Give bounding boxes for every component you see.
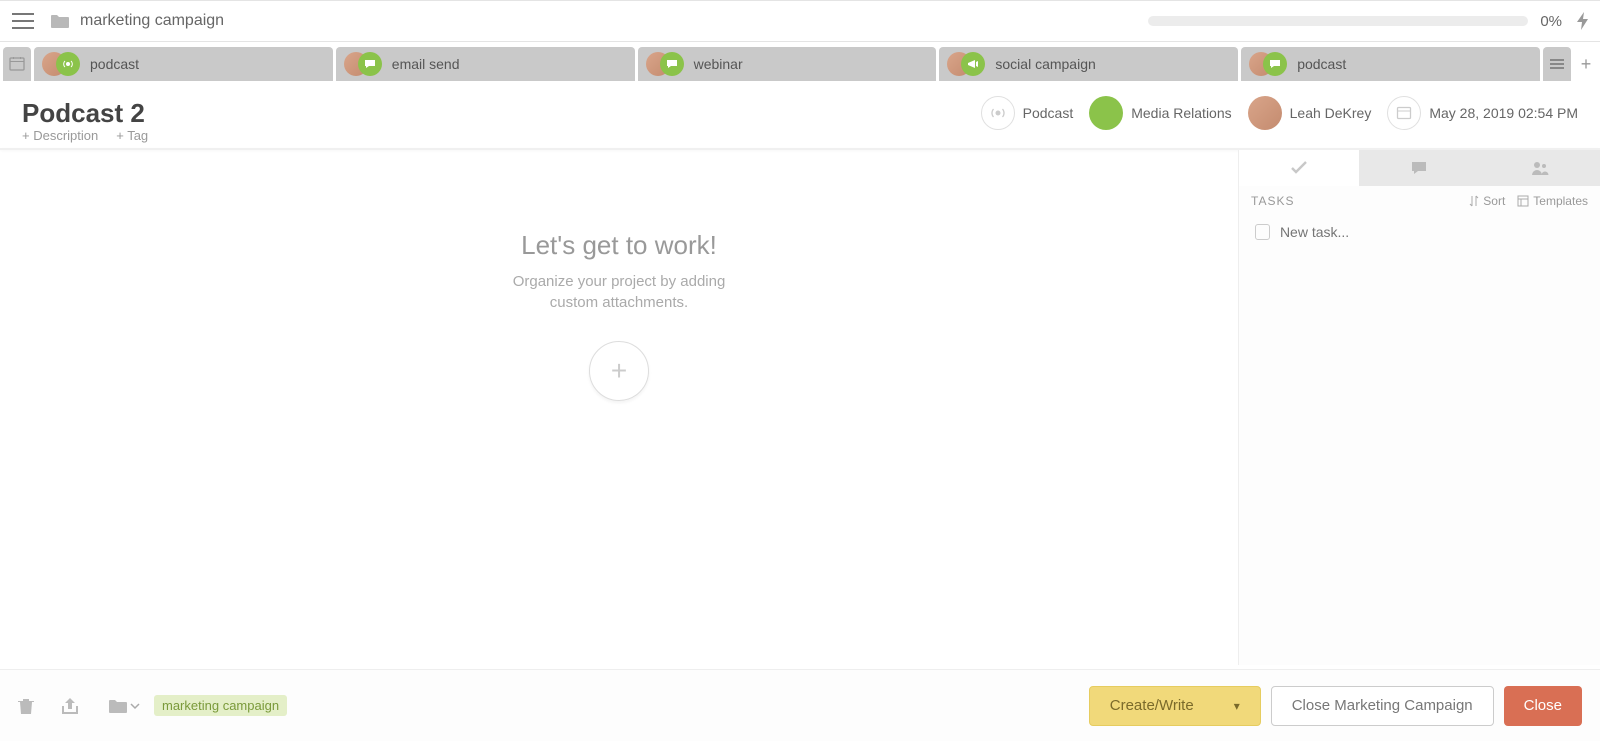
owner-pill[interactable]: Leah DeKrey <box>1248 96 1372 130</box>
progress-percent: 0% <box>1540 13 1562 30</box>
progress-wrap: 0% <box>1148 12 1590 30</box>
title-row: Podcast 2 Podcast Media Relations Leah D… <box>0 86 1600 140</box>
right-sidebar: TASKS Sort Templates <box>1238 150 1600 665</box>
sub-row: + Description + Tag <box>22 128 148 143</box>
sidebar-toolbar: TASKS Sort Templates <box>1239 186 1600 216</box>
add-attachment-button[interactable]: + <box>589 341 649 401</box>
sidebar-heading: TASKS <box>1251 194 1294 208</box>
close-campaign-label: Close Marketing Campaign <box>1292 697 1473 714</box>
add-description-button[interactable]: + Description <box>22 128 98 143</box>
empty-sub-2: custom attachments. <box>513 292 726 313</box>
add-tab-button[interactable]: + <box>1574 47 1598 81</box>
folder-icon <box>50 13 70 29</box>
breadcrumb-input[interactable] <box>80 12 480 30</box>
tab-label: social campaign <box>995 56 1095 72</box>
megaphone-icon <box>961 52 985 76</box>
sidebar-tabs <box>1239 150 1600 186</box>
calendar-tab-icon[interactable] <box>3 47 31 81</box>
chevron-down-icon: ▾ <box>1234 699 1240 713</box>
podcast-icon <box>56 52 80 76</box>
empty-title: Let's get to work! <box>513 230 726 261</box>
calendar-icon <box>1387 96 1421 130</box>
type-label: Podcast <box>1023 105 1074 121</box>
chat-icon <box>1263 52 1287 76</box>
trash-icon[interactable] <box>18 697 34 715</box>
tab-label: email send <box>392 56 460 72</box>
tabs-row: podcast email send webinar social campai… <box>0 47 1600 81</box>
create-write-label: Create/Write <box>1110 697 1194 714</box>
main-content: Let's get to work! Organize your project… <box>0 150 1238 665</box>
share-icon[interactable] <box>62 698 80 714</box>
top-bar: 0% <box>0 0 1600 42</box>
tab-email-send[interactable]: email send <box>336 47 635 81</box>
menu-icon[interactable] <box>12 13 34 29</box>
tab-social-campaign[interactable]: social campaign <box>939 47 1238 81</box>
tab-label: webinar <box>694 56 743 72</box>
close-button[interactable]: Close <box>1504 686 1582 726</box>
podcast-icon <box>981 96 1015 130</box>
task-checkbox[interactable] <box>1255 224 1270 240</box>
sidebar-tab-comments[interactable] <box>1359 150 1479 186</box>
sort-button[interactable]: Sort <box>1469 194 1505 208</box>
close-label: Close <box>1524 697 1562 714</box>
datetime-label: May 28, 2019 02:54 PM <box>1429 105 1578 121</box>
new-task-row <box>1239 216 1600 248</box>
folder-dropdown[interactable] <box>108 698 140 714</box>
avatar-icon <box>1248 96 1282 130</box>
datetime-pill[interactable]: May 28, 2019 02:54 PM <box>1387 96 1578 130</box>
bottom-bar: marketing campaign Create/Write ▾ Close … <box>0 669 1600 741</box>
chat-icon <box>660 52 684 76</box>
empty-state: Let's get to work! Organize your project… <box>513 230 726 401</box>
category-label: Media Relations <box>1131 105 1231 121</box>
category-icon <box>1089 96 1123 130</box>
progress-bar <box>1148 16 1528 26</box>
sidebar-tab-tasks[interactable] <box>1239 150 1359 186</box>
tab-webinar[interactable]: webinar <box>638 47 937 81</box>
close-campaign-button[interactable]: Close Marketing Campaign <box>1271 686 1494 726</box>
sidebar-tab-people[interactable] <box>1480 150 1600 186</box>
tab-label: podcast <box>90 56 139 72</box>
sort-label: Sort <box>1483 194 1505 208</box>
list-view-icon[interactable] <box>1543 47 1571 81</box>
tab-label: podcast <box>1297 56 1346 72</box>
create-write-button[interactable]: Create/Write ▾ <box>1089 686 1261 726</box>
add-tag-button[interactable]: + Tag <box>116 128 148 143</box>
chat-icon <box>358 52 382 76</box>
tab-podcast[interactable]: podcast <box>34 47 333 81</box>
bolt-icon[interactable] <box>1576 12 1590 30</box>
category-pill[interactable]: Media Relations <box>1089 96 1231 130</box>
tab-podcast-2[interactable]: podcast <box>1241 47 1540 81</box>
folder-tag[interactable]: marketing campaign <box>154 695 287 716</box>
templates-label: Templates <box>1533 194 1588 208</box>
type-pill[interactable]: Podcast <box>981 96 1074 130</box>
owner-label: Leah DeKrey <box>1290 105 1372 121</box>
empty-sub-1: Organize your project by adding <box>513 271 726 292</box>
new-task-input[interactable] <box>1280 224 1584 240</box>
templates-button[interactable]: Templates <box>1517 194 1588 208</box>
page-title[interactable]: Podcast 2 <box>22 98 145 129</box>
